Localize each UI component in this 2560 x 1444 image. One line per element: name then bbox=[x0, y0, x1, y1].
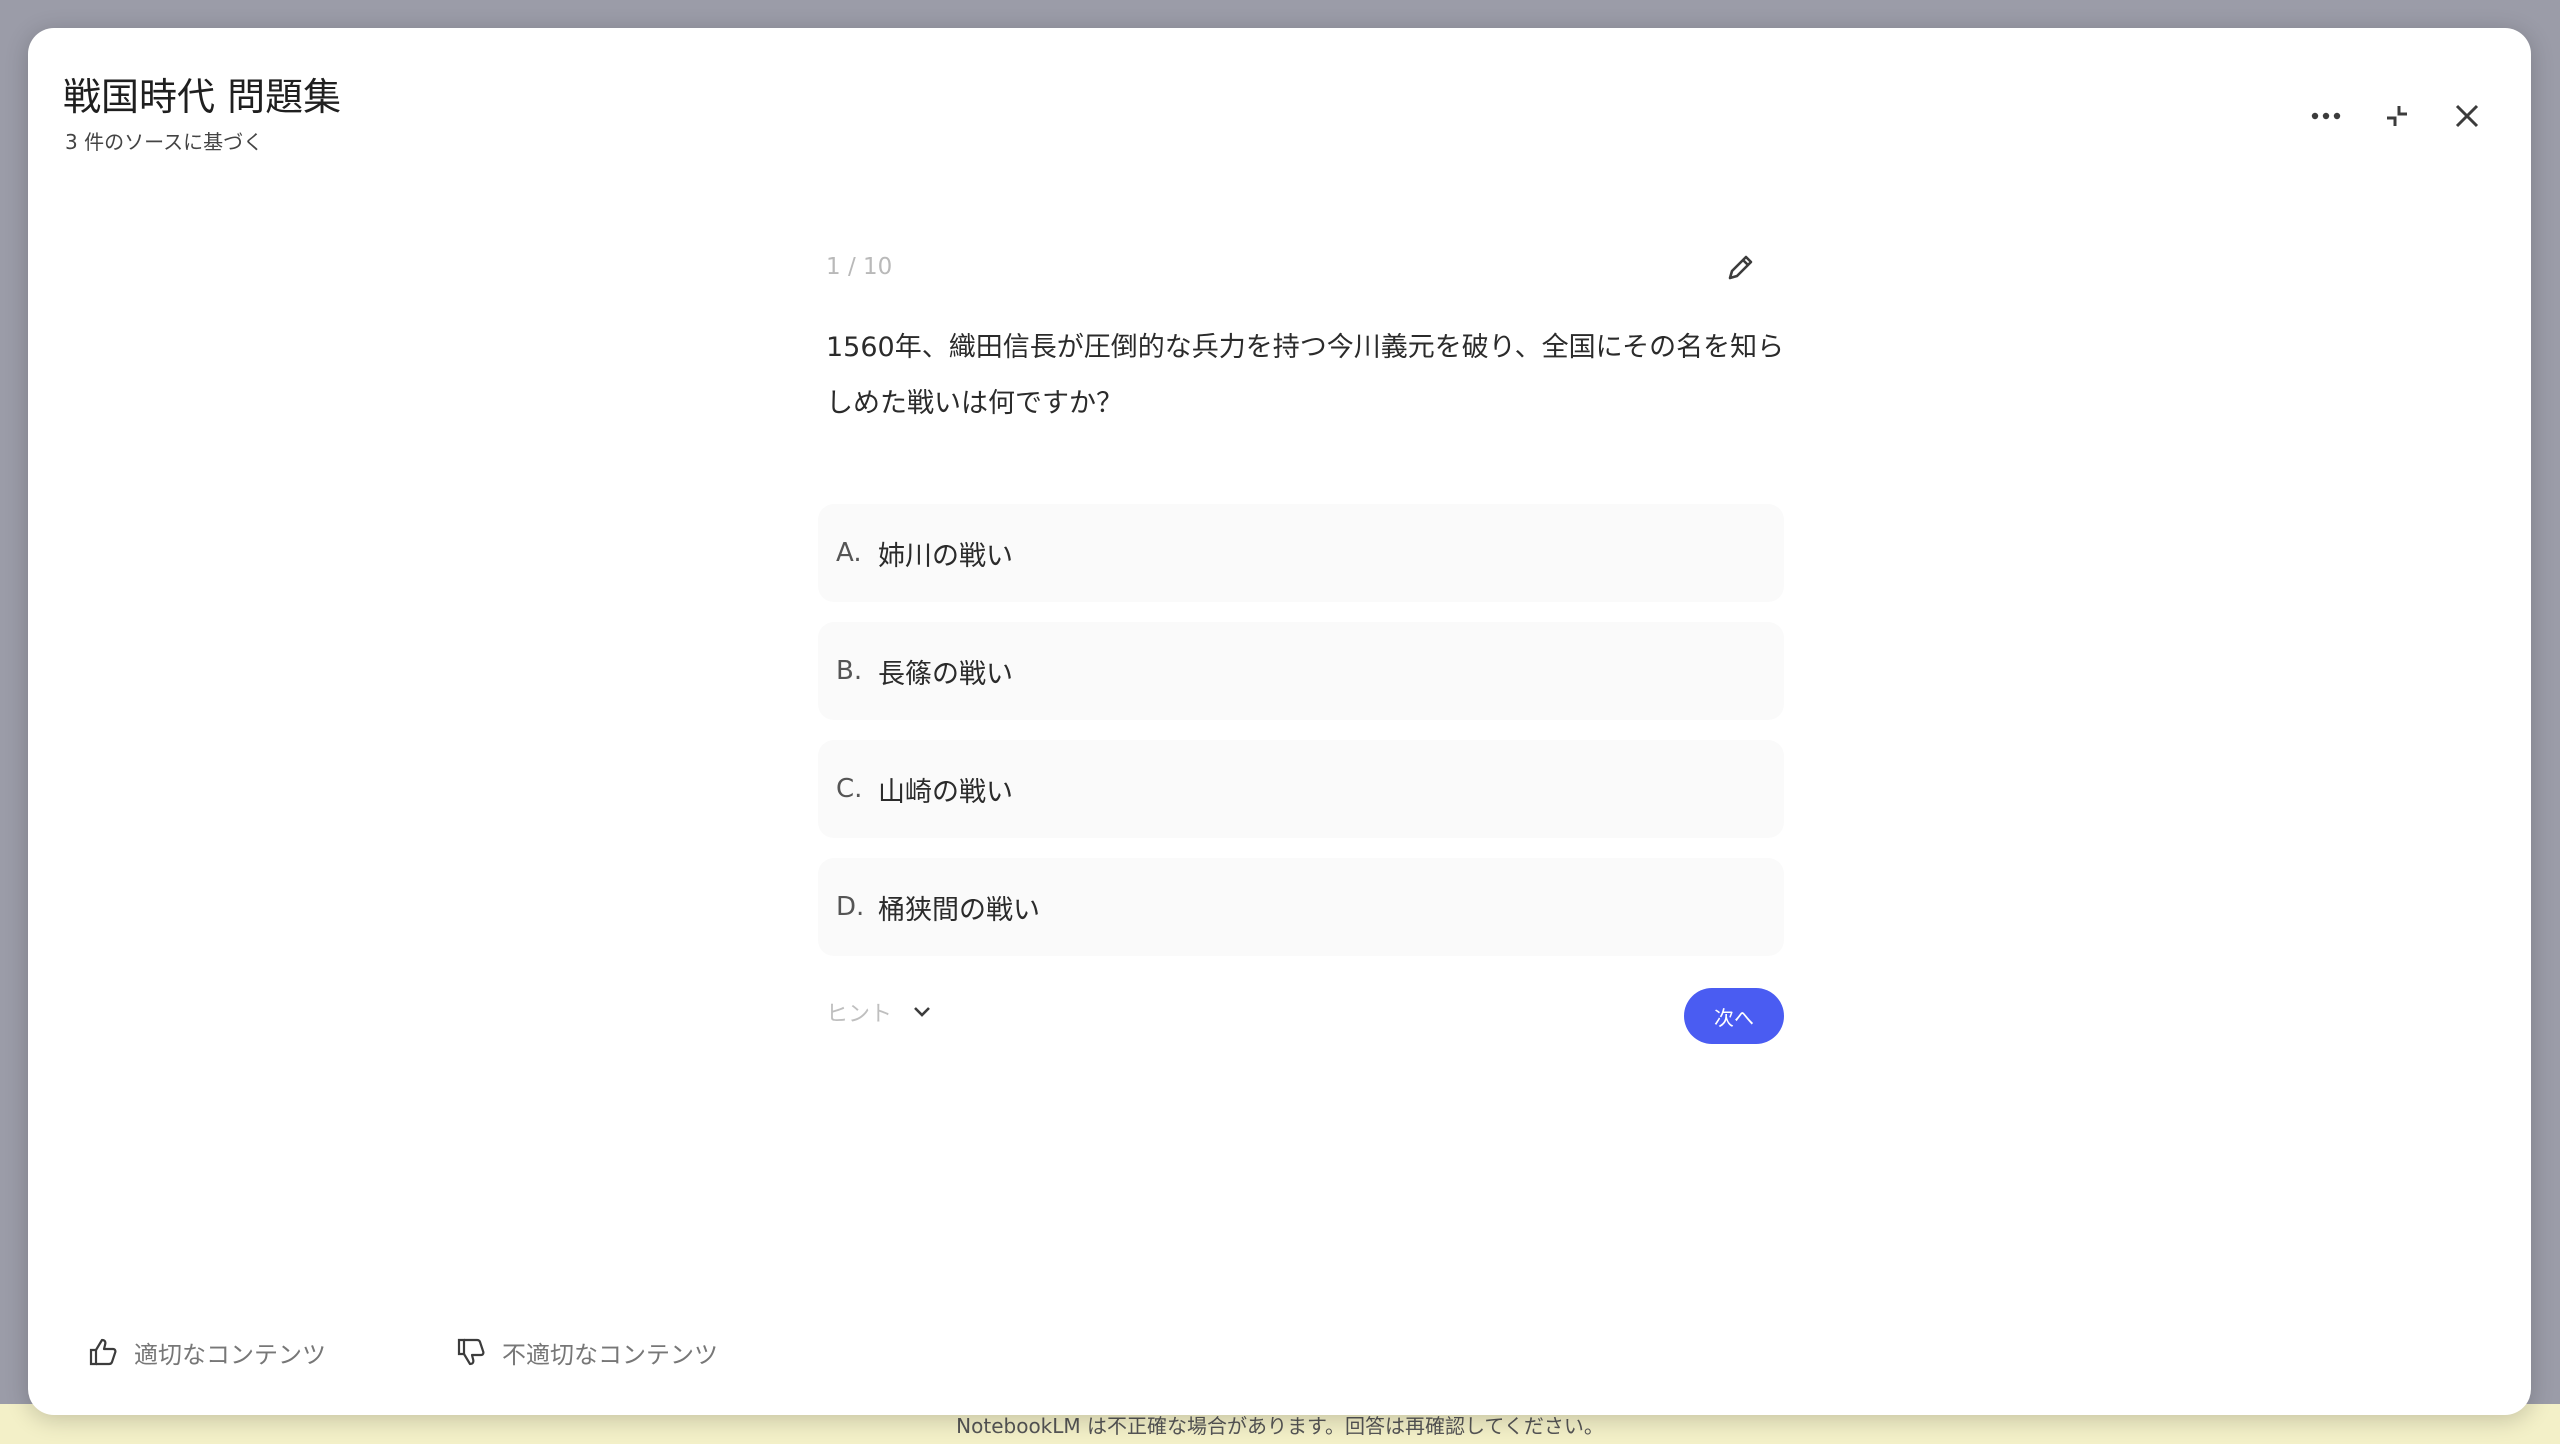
dialog-title: 戦国時代 問題集 bbox=[63, 75, 342, 119]
answer-option-a[interactable]: A. 姉川の戦い bbox=[818, 504, 1784, 602]
good-content-label: 適切なコンテンツ bbox=[134, 1340, 326, 1369]
question-text: 1560年、織田信長が圧倒的な兵力を持つ今川義元を破り、全国にその名を知らしめた… bbox=[826, 332, 1785, 419]
quiz-dialog: 戦国時代 問題集 3 件のソースに基づく 1 / 10 1560年、織田信長が圧… bbox=[28, 28, 2531, 1415]
option-letter: B. bbox=[836, 656, 863, 686]
more-horizontal-icon bbox=[2311, 112, 2341, 120]
option-text: 長篠の戦い bbox=[878, 658, 1013, 690]
option-letter: D. bbox=[836, 892, 865, 922]
option-letter: A. bbox=[836, 538, 862, 568]
answer-option-d[interactable]: D. 桶狭間の戦い bbox=[818, 858, 1784, 956]
collapse-icon bbox=[2387, 106, 2407, 126]
edit-button[interactable] bbox=[1718, 246, 1762, 290]
answer-option-b[interactable]: B. 長篠の戦い bbox=[818, 622, 1784, 720]
pencil-icon bbox=[1728, 255, 1753, 280]
thumbs-up-icon bbox=[89, 1338, 117, 1366]
collapse-button[interactable] bbox=[2369, 88, 2425, 144]
question-counter: 1 / 10 bbox=[826, 254, 893, 280]
option-letter: C. bbox=[836, 774, 863, 804]
option-text: 山崎の戦い bbox=[878, 776, 1013, 808]
hint-label: ヒント bbox=[826, 1002, 893, 1027]
bad-content-label: 不適切なコンテンツ bbox=[502, 1340, 718, 1369]
good-content-button[interactable]: 適切なコンテンツ bbox=[60, 1322, 352, 1382]
option-text: 桶狭間の戦い bbox=[878, 894, 1040, 926]
more-options-button[interactable] bbox=[2298, 88, 2354, 144]
thumbs-down-icon bbox=[457, 1338, 485, 1366]
next-button[interactable]: 次へ bbox=[1684, 988, 1784, 1044]
chevron-down-icon bbox=[912, 1002, 932, 1022]
option-text: 姉川の戦い bbox=[878, 540, 1013, 572]
answer-option-c[interactable]: C. 山崎の戦い bbox=[818, 740, 1784, 838]
bad-content-button[interactable]: 不適切なコンテンツ bbox=[428, 1322, 744, 1382]
hint-toggle[interactable]: ヒント bbox=[826, 996, 932, 1028]
close-icon bbox=[2455, 104, 2479, 128]
close-button[interactable] bbox=[2439, 88, 2495, 144]
dialog-subtitle: 3 件のソースに基づく bbox=[65, 130, 264, 154]
